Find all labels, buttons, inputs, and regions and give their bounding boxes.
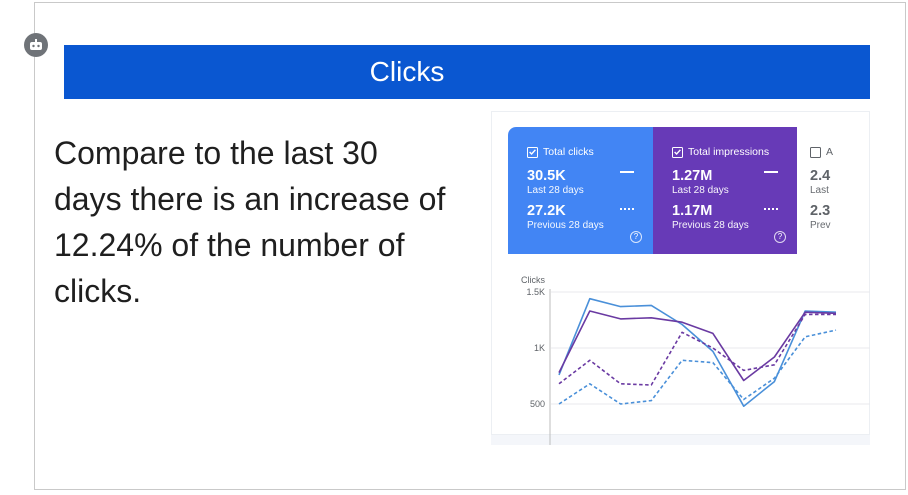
third-metric-previous-value: 2.3 [810,203,831,219]
total-clicks-card[interactable]: Total clicks 30.5K Last 28 days 27.2K Pr… [508,127,653,254]
checkbox-checked-icon[interactable] [672,146,683,158]
series-line-4 [558,329,837,405]
y-tick-label: 1.5K [526,287,545,297]
y-tick-label: 1K [534,343,545,353]
series-line-3 [558,313,836,386]
solid-line-legend-icon [764,171,778,173]
robot-icon[interactable] [24,33,48,57]
dashed-line-legend-icon [620,208,634,210]
third-metric-card[interactable]: A 2.4 Last 2.3 Prev [797,127,835,254]
total-clicks-label: Total clicks [543,146,594,158]
total-impressions-label: Total impressions [688,146,770,158]
total-impressions-card[interactable]: Total impressions 1.27M Last 28 days 1.1… [653,127,797,254]
slide-title-bar: Clicks [64,45,870,99]
previous-impressions-period: Previous 28 days [672,220,749,231]
slide-title: Clicks [369,56,445,87]
total-impressions-header: Total impressions [672,146,797,158]
previous-impressions-value: 1.17M [672,203,713,219]
help-circle-icon[interactable]: ? [774,231,786,243]
checkbox-unchecked-icon[interactable] [810,146,821,158]
previous-clicks-period: Previous 28 days [527,220,604,231]
total-clicks-header: Total clicks [527,146,653,158]
total-clicks-value: 30.5K [527,168,566,184]
y-tick-label: 500 [530,399,545,409]
third-metric-value: 2.4 [810,168,831,184]
search-console-screenshot: Total clicks 30.5K Last 28 days 27.2K Pr… [491,111,870,445]
total-impressions-period: Last 28 days [672,185,729,196]
clicks-line-chart: Clicks 1.5K 1K 500 [521,275,870,445]
y-axis-label: Clicks [521,275,545,285]
slide-body-text: Compare to the last 30 days there is an … [54,135,446,309]
help-circle-icon[interactable]: ? [630,231,642,243]
third-metric-label: A [826,146,834,158]
checkbox-checked-icon[interactable] [527,146,538,158]
dashed-line-legend-icon [764,208,778,210]
robot-icon-glyph [30,39,42,50]
third-metric-period: Last [810,185,829,196]
solid-line-legend-icon [620,171,634,173]
total-clicks-period: Last 28 days [527,185,584,196]
third-metric-header: A [810,146,835,158]
series-line-2 [558,310,837,382]
third-metric-previous-period: Prev [810,220,831,231]
previous-clicks-value: 27.2K [527,203,566,219]
total-impressions-value: 1.27M [672,168,713,184]
